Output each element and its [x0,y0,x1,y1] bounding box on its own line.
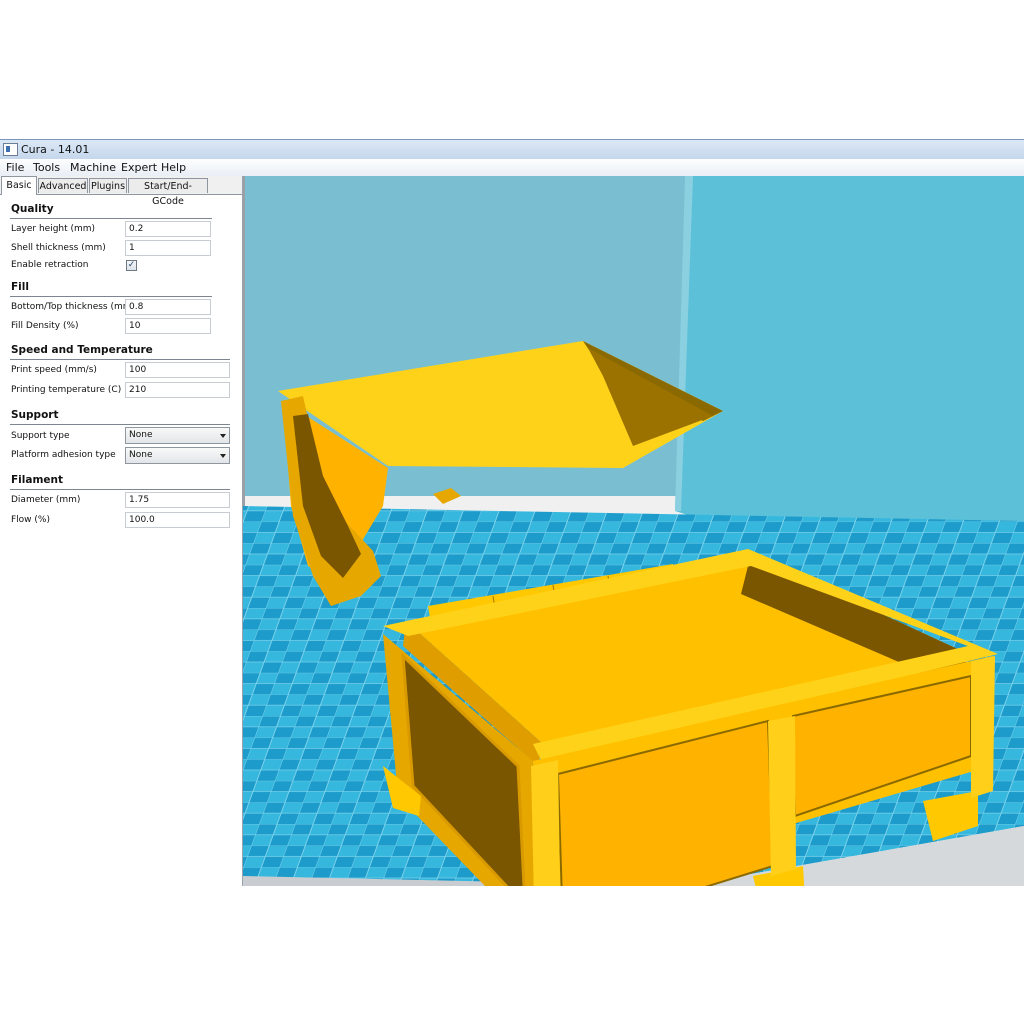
section-divider [10,359,230,360]
menu-file[interactable]: File [6,161,24,174]
section-divider [10,489,230,490]
menu-bar: File Tools Machine Expert Help [0,159,1024,177]
print-speed-label: Print speed (mm/s) [11,365,97,375]
box-pillar [531,760,561,886]
section-title-quality: Quality [11,203,54,215]
layer-height-field[interactable]: 0.2 [125,221,211,237]
fill-density-field[interactable]: 10 [125,318,211,334]
platform-adhesion-value: None [129,450,153,460]
diameter-field[interactable]: 1.75 [125,492,230,508]
window-title: Cura - 14.01 [21,143,90,156]
tab-plugins[interactable]: Plugins [89,178,127,193]
section-divider [10,218,212,219]
chevron-down-icon [220,434,226,438]
app-icon [3,143,18,156]
scene-svg [243,176,1024,886]
retraction-checkbox[interactable]: ✓ [126,260,137,271]
3d-viewport[interactable] [243,176,1024,886]
cura-window: Cura - 14.01 File Tools Machine Expert H… [0,139,1024,886]
bottom-top-thickness-label: Bottom/Top thickness (mm) [11,302,136,312]
tab-start-end-gcode[interactable]: Start/End-GCode [128,178,208,207]
platform-adhesion-select[interactable]: None [125,447,230,464]
diameter-label: Diameter (mm) [11,495,81,505]
printing-temperature-field[interactable]: 210 [125,382,230,398]
menu-expert[interactable]: Expert [121,161,157,174]
fill-density-label: Fill Density (%) [11,321,79,331]
box-pillar [768,716,796,876]
settings-tabs: Basic Advanced Plugins Start/End-GCode [0,176,242,207]
title-bar: Cura - 14.01 [0,140,1024,160]
platform-adhesion-label: Platform adhesion type [11,450,116,460]
section-title-filament: Filament [11,474,64,486]
menu-help[interactable]: Help [161,161,186,174]
section-divider [10,296,212,297]
section-title-fill: Fill [11,281,29,293]
settings-panel: Basic Advanced Plugins Start/End-GCode Q… [0,176,243,886]
section-title-speed: Speed and Temperature [11,344,153,356]
support-type-select[interactable]: None [125,427,230,444]
tab-advanced[interactable]: Advanced [38,178,88,193]
layer-height-label: Layer height (mm) [11,224,96,234]
menu-machine[interactable]: Machine [70,161,116,174]
flow-label: Flow (%) [11,515,50,525]
support-type-value: None [129,430,153,440]
retraction-label: Enable retraction [11,260,89,270]
print-speed-field[interactable]: 100 [125,362,230,378]
box-pillar [971,656,995,798]
printing-temperature-label: Printing temperature (C) [11,385,122,395]
bottom-top-thickness-field[interactable]: 0.8 [125,299,211,315]
flow-field[interactable]: 100.0 [125,512,230,528]
support-type-label: Support type [11,431,70,441]
section-divider [10,424,230,425]
tab-basic[interactable]: Basic [1,176,37,195]
shell-thickness-label: Shell thickness (mm) [11,243,106,253]
section-title-support: Support [11,409,59,421]
shell-thickness-field[interactable]: 1 [125,240,211,256]
menu-tools[interactable]: Tools [33,161,60,174]
checkmark-icon: ✓ [127,260,136,270]
chevron-down-icon [220,454,226,458]
